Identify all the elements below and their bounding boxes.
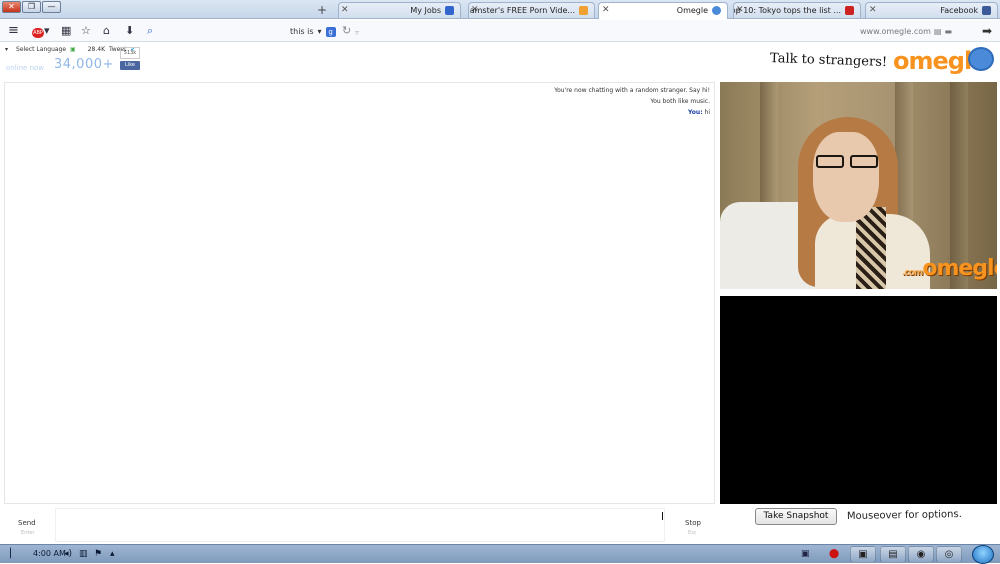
close-tab-icon[interactable]: ✕ xyxy=(869,5,877,15)
start-button-icon[interactable] xyxy=(972,545,994,564)
like-count: 513k xyxy=(120,47,140,59)
browser-tab-strip: ✕ ❐ — + ✕ My Jobs ✕ xHamster's FREE Porn… xyxy=(0,0,1000,19)
tab-label: Omegle xyxy=(676,6,708,15)
facebook-like-button[interactable]: Like xyxy=(120,61,140,70)
window-controls: ✕ ❐ — xyxy=(2,1,61,13)
watermark-text: omegle xyxy=(922,256,997,281)
chat-status-line: You're now chatting with a random strang… xyxy=(554,87,710,94)
home-icon[interactable]: ⌂ xyxy=(103,24,110,38)
omegle-logo-bubble-icon xyxy=(968,47,994,71)
close-tab-icon[interactable]: ✕ xyxy=(602,5,610,15)
tab-label: My Jobs xyxy=(410,6,441,15)
refresh-icon[interactable]: ↻ xyxy=(342,24,351,38)
search-dropdown-icon[interactable]: ▾ xyxy=(318,27,322,36)
tab-my-jobs[interactable]: ✕ My Jobs xyxy=(338,2,461,18)
online-label: online now xyxy=(6,64,45,72)
window-close-button[interactable]: ✕ xyxy=(2,1,21,13)
send-button-hint: Enter xyxy=(21,530,35,536)
chat-speaker-label: You: xyxy=(688,109,703,116)
tweet-count: 28.4K xyxy=(87,46,106,53)
windows-taskbar: ▕ 4:00 AM ◂) ▥ ⚑ ▴ ▣ ⬤ ▣ ▤ ◉ ◎ xyxy=(0,544,1000,564)
tray-expand-icon[interactable]: ▴ xyxy=(110,549,115,559)
site-icon: ▬ xyxy=(944,27,953,36)
taskbar-app-icon[interactable]: ▣ xyxy=(850,546,876,563)
facebook-like-widget: 513k Like xyxy=(120,47,140,73)
new-tab-button[interactable]: + xyxy=(317,3,327,17)
opera-icon[interactable]: ⬤ xyxy=(829,549,839,559)
omegle-watermark: .comomegle xyxy=(902,256,997,281)
taskbar-clock[interactable]: 4:00 AM xyxy=(33,549,66,558)
dropdown-icon[interactable]: ▿ xyxy=(355,26,359,40)
tab-omegle[interactable]: ✕ Omegle xyxy=(598,2,728,19)
search-engine-icon[interactable]: g xyxy=(325,26,336,37)
chat-common-interests-line: You both like music. xyxy=(650,98,710,105)
download-icon[interactable]: ⬇ xyxy=(125,24,134,38)
translate-icon: ▣ xyxy=(70,46,76,53)
action-center-icon[interactable]: ⚑ xyxy=(94,549,102,559)
menu-icon[interactable]: ≡ xyxy=(8,24,19,38)
language-dropdown-icon[interactable]: ▾ xyxy=(5,46,8,53)
stranger-video[interactable]: .comomegle xyxy=(720,82,997,289)
omegle-favicon-icon xyxy=(712,6,721,15)
message-input[interactable] xyxy=(55,508,665,542)
stop-button-label: Stop xyxy=(685,519,701,527)
send-button[interactable]: Send Enter xyxy=(5,508,50,542)
search-bar[interactable]: this is ▾ g xyxy=(290,24,336,39)
own-video[interactable] xyxy=(720,296,997,504)
taskbar-chrome-icon[interactable]: ◎ xyxy=(936,546,962,563)
window-restore-button[interactable]: ❐ xyxy=(22,1,41,13)
stop-button-hint: Esc xyxy=(688,530,697,536)
search-input-value[interactable]: this is xyxy=(290,27,314,36)
taskbar-explorer-icon[interactable]: ▤ xyxy=(880,546,906,563)
chat-log[interactable]: You're now chatting with a random strang… xyxy=(4,82,715,504)
video-person-scarf xyxy=(856,207,886,289)
video-person-face xyxy=(813,132,879,222)
text-caret xyxy=(662,512,663,520)
tab-facebook[interactable]: ✕ Facebook xyxy=(865,2,998,18)
volume-icon[interactable]: ◂) xyxy=(64,549,72,559)
online-count: 34,000+ xyxy=(54,57,114,72)
show-desktop-button[interactable]: ▕ xyxy=(4,549,11,559)
social-widgets: ▾ Select Language ▣ 28.4K Tweet ✔ xyxy=(5,46,135,53)
tab-label: xHamster's FREE Porn Vide... xyxy=(468,6,575,15)
taskbar-firefox-icon[interactable]: ◉ xyxy=(908,546,934,563)
stop-button[interactable]: Stop Esc xyxy=(668,508,714,542)
address-bar[interactable]: www.omegle.com ▤ ▬ xyxy=(860,24,978,39)
page-icon: ▤ xyxy=(933,27,942,36)
tray-app-icon[interactable]: ▣ xyxy=(801,549,810,559)
close-tab-icon[interactable]: ✕ xyxy=(341,5,349,15)
browser-nav-bar: ≡ ABP▾ ▦ ☆ ⌂ ⬇ ⌕ this is ▾ g ↻ ▿ www.ome… xyxy=(0,20,1000,42)
mouseover-hint: Mouseover for options. xyxy=(846,508,962,523)
myjobs-favicon-icon xyxy=(445,6,454,15)
video-person-glasses xyxy=(810,155,882,169)
addon-icon[interactable]: ABP▾ xyxy=(32,24,50,38)
take-snapshot-button[interactable]: Take Snapshot xyxy=(755,508,837,525)
omegle-tagline: Talk to strangers! xyxy=(769,50,888,71)
tab-label: Facebook xyxy=(940,6,978,15)
xhamster-favicon-icon xyxy=(579,6,588,15)
chat-message-you: You: hi xyxy=(688,109,710,116)
bookmark-star-icon[interactable]: ☆ xyxy=(81,24,91,38)
window-minimize-button[interactable]: — xyxy=(42,1,61,13)
send-button-label: Send xyxy=(18,519,36,527)
address-text[interactable]: www.omegle.com xyxy=(860,27,931,36)
tab-xhamster[interactable]: ✕ xHamster's FREE Porn Vide... xyxy=(468,2,595,18)
search-icon[interactable]: ⌕ xyxy=(147,24,153,38)
watermark-suffix: .com xyxy=(902,268,923,278)
clipboard-icon[interactable]: ▦ xyxy=(61,24,71,38)
back-icon[interactable]: ➡ xyxy=(982,24,992,38)
language-select[interactable]: Select Language xyxy=(16,46,66,53)
chat-message-text: hi xyxy=(704,109,710,116)
network-icon[interactable]: ▥ xyxy=(79,549,88,559)
facebook-favicon-icon xyxy=(982,6,991,15)
tab-top10-tokyo[interactable]: ✕ Top 10: Tokyo tops the list ... xyxy=(733,2,861,18)
tab-label: Top 10: Tokyo tops the list ... xyxy=(733,6,841,15)
news-favicon-icon xyxy=(845,6,854,15)
